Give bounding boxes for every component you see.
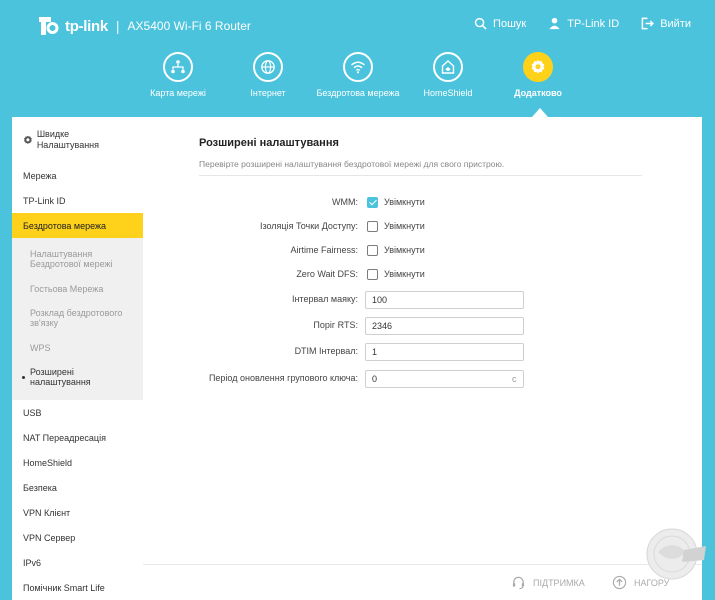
nav-label: Бездротова мережа bbox=[316, 88, 400, 98]
wifi-icon bbox=[343, 52, 373, 82]
wmm-label: WMM: bbox=[332, 197, 358, 207]
wmm-option-label[interactable]: Увімкнути bbox=[384, 197, 425, 207]
sidebar-subitem-wireless-settings[interactable]: Налаштування Бездротової мережі bbox=[12, 242, 143, 276]
dtim-interval-label: DTIM Інтервал: bbox=[294, 346, 358, 356]
sidebar-item-label: Швидке Налаштування bbox=[36, 129, 100, 150]
user-icon bbox=[549, 17, 560, 30]
footer-bar: ПІДТРИМКА НАГОРУ bbox=[143, 564, 702, 600]
nav-homeshield[interactable]: HomeShield bbox=[403, 52, 493, 98]
dtim-interval-input[interactable]: 1 bbox=[365, 343, 524, 361]
nav-label: Додатково bbox=[514, 88, 562, 98]
main-nav: Карта мережі Інтернет Бездротова мережа … bbox=[140, 52, 580, 112]
beacon-interval-label: Інтервал маяку: bbox=[291, 294, 358, 304]
network-map-icon bbox=[163, 52, 193, 82]
sidebar-subgroup-wireless: Налаштування Бездротової мережі Гостьова… bbox=[12, 238, 143, 400]
divider bbox=[199, 175, 642, 176]
zero-wait-dfs-option-label[interactable]: Увімкнути bbox=[384, 269, 425, 279]
nav-wireless[interactable]: Бездротова мережа bbox=[313, 52, 403, 98]
sidebar-subitem-wireless-schedule[interactable]: Розклад бездротового зв'язку bbox=[12, 301, 143, 335]
sidebar-item-tp-link-id[interactable]: TP-Link ID bbox=[12, 188, 143, 213]
search-label: Пошук bbox=[493, 17, 527, 30]
group-key-update-input[interactable]: 0 bbox=[365, 370, 524, 388]
sidebar-subitem-advanced-settings[interactable]: Розширені налаштування bbox=[12, 360, 143, 394]
nav-label: HomeShield bbox=[423, 88, 473, 98]
home-shield-icon bbox=[433, 52, 463, 82]
group-key-update-row: Період оновлення групового ключа: 0 с bbox=[143, 370, 702, 388]
gear-icon bbox=[523, 52, 553, 82]
nav-label: Карта мережі bbox=[150, 88, 206, 98]
sidebar-item-nat-forwarding[interactable]: NAT Переадресація bbox=[12, 425, 143, 450]
headset-icon bbox=[512, 576, 525, 590]
nav-internet[interactable]: Інтернет bbox=[223, 52, 313, 98]
page-description: Перевірте розширені налаштування бездрот… bbox=[199, 159, 505, 169]
page-title: Розширені налаштування bbox=[199, 137, 339, 149]
airtime-fairness-label: Airtime Fairness: bbox=[290, 245, 358, 255]
rts-threshold-label: Поріг RTS: bbox=[313, 320, 358, 330]
nav-network-map[interactable]: Карта мережі bbox=[133, 52, 223, 98]
group-key-update-unit: с bbox=[512, 374, 517, 384]
support-button[interactable]: ПІДТРИМКА bbox=[511, 575, 585, 590]
tp-link-id-button[interactable]: TP-Link ID bbox=[548, 17, 619, 30]
active-nav-indicator bbox=[532, 108, 548, 117]
arrow-up-icon bbox=[612, 575, 627, 590]
group-key-update-label: Період оновлення групового ключа: bbox=[208, 373, 358, 383]
rts-threshold-row: Поріг RTS: 2346 bbox=[143, 317, 702, 335]
zero-wait-dfs-row: Zero Wait DFS: Увімкнути bbox=[143, 266, 702, 284]
top-bar: tp-link | AX5400 Wi-Fi 6 Router Пошук TP… bbox=[0, 0, 715, 50]
search-icon bbox=[474, 17, 487, 30]
beacon-interval-input[interactable]: 100 bbox=[365, 291, 524, 309]
rts-threshold-input[interactable]: 2346 bbox=[365, 317, 524, 335]
sidebar-subitem-guest-network[interactable]: Гостьова Мережа bbox=[12, 276, 143, 301]
top-actions: Пошук TP-Link ID Вийти bbox=[474, 17, 691, 30]
sidebar-item-ipv6[interactable]: IPv6 bbox=[12, 550, 143, 575]
logo[interactable]: tp-link | AX5400 Wi-Fi 6 Router bbox=[36, 14, 251, 38]
gear-icon bbox=[24, 135, 32, 144]
nav-advanced[interactable]: Додатково bbox=[493, 52, 583, 98]
sidebar: Швидке Налаштування Мережа TP-Link ID Бе… bbox=[12, 117, 143, 600]
brand-name: tp-link bbox=[65, 17, 108, 35]
sidebar-item-network[interactable]: Мережа bbox=[12, 163, 143, 188]
ap-isolation-checkbox[interactable] bbox=[367, 221, 378, 232]
model-name: AX5400 Wi-Fi 6 Router bbox=[127, 19, 251, 33]
logo-separator: | bbox=[115, 18, 120, 34]
sidebar-item-quick-setup[interactable]: Швидке Налаштування bbox=[12, 117, 143, 163]
beacon-interval-row: Інтервал маяку: 100 bbox=[143, 291, 702, 309]
logout-label: Вийти bbox=[660, 17, 691, 30]
search-button[interactable]: Пошук bbox=[474, 17, 526, 30]
ap-isolation-option-label[interactable]: Увімкнути bbox=[384, 221, 425, 231]
tp-link-id-label: TP-Link ID bbox=[567, 17, 620, 30]
sidebar-item-vpn-client[interactable]: VPN Клієнт bbox=[12, 500, 143, 525]
wmm-row: WMM: Увімкнути bbox=[143, 194, 702, 212]
logout-button[interactable]: Вийти bbox=[641, 17, 691, 30]
airtime-fairness-row: Airtime Fairness: Увімкнути bbox=[143, 242, 702, 260]
nav-label: Інтернет bbox=[250, 88, 286, 98]
logout-icon bbox=[641, 17, 655, 30]
sidebar-item-usb[interactable]: USB bbox=[12, 400, 143, 425]
sidebar-item-homeshield[interactable]: HomeShield bbox=[12, 450, 143, 475]
globe-icon bbox=[253, 52, 283, 82]
sidebar-item-security[interactable]: Безпека bbox=[12, 475, 143, 500]
watermark-logo bbox=[636, 522, 712, 582]
sidebar-item-vpn-server[interactable]: VPN Сервер bbox=[12, 525, 143, 550]
sidebar-subitem-wps[interactable]: WPS bbox=[12, 335, 143, 360]
airtime-fairness-checkbox[interactable] bbox=[367, 245, 378, 256]
tp-link-logo-icon bbox=[36, 14, 60, 38]
support-label: ПІДТРИМКА bbox=[533, 577, 585, 588]
main-content: Розширені налаштування Перевірте розшире… bbox=[143, 117, 702, 564]
sidebar-item-wireless[interactable]: Бездротова мережа bbox=[12, 213, 143, 238]
sidebar-item-smart-life[interactable]: Помічник Smart Life bbox=[12, 575, 143, 600]
zero-wait-dfs-label: Zero Wait DFS: bbox=[296, 269, 358, 279]
dtim-interval-row: DTIM Інтервал: 1 bbox=[143, 343, 702, 361]
wmm-checkbox[interactable] bbox=[367, 197, 378, 208]
zero-wait-dfs-checkbox[interactable] bbox=[367, 269, 378, 280]
ap-isolation-label: Ізоляція Точки Доступу: bbox=[259, 221, 358, 231]
ap-isolation-row: Ізоляція Точки Доступу: Увімкнути bbox=[143, 218, 702, 236]
airtime-fairness-option-label[interactable]: Увімкнути bbox=[384, 245, 425, 255]
